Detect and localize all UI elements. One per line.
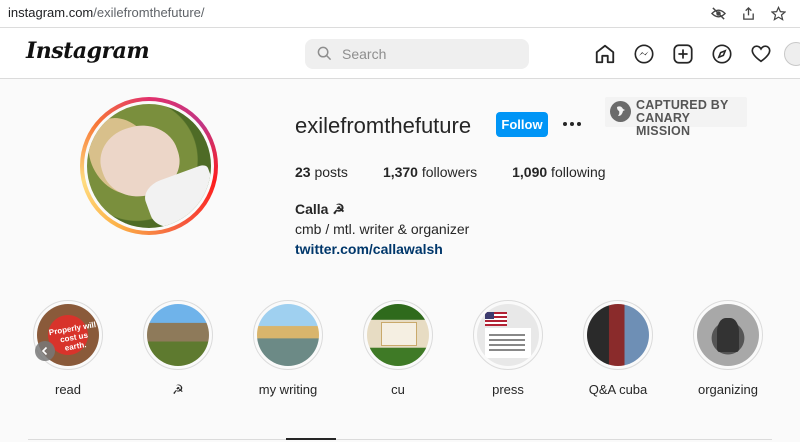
instagram-header: Instagram Search <box>0 28 800 79</box>
following-label: following <box>547 164 606 180</box>
star-icon[interactable] <box>770 5 786 21</box>
profile-avatar[interactable] <box>784 42 800 66</box>
watermark-line2: CANARY MISSION <box>636 111 691 138</box>
tabs-divider <box>28 439 772 440</box>
profile-stats: 23 posts 1,370 followers 1,090 following <box>295 164 641 180</box>
home-icon[interactable] <box>592 41 618 67</box>
following-count: 1,090 <box>512 164 548 180</box>
browser-url-bar[interactable]: instagram.com/exilefromthefuture/ <box>0 0 800 28</box>
highlight-cover <box>257 304 319 366</box>
more-options-icon[interactable] <box>560 113 584 135</box>
profile-username: exilefromthefuture <box>295 113 472 138</box>
highlight-cu[interactable]: cu <box>343 300 453 397</box>
highlight-label: organizing <box>698 382 758 397</box>
highlight-cover <box>477 304 539 366</box>
heart-icon[interactable] <box>748 41 774 67</box>
story-highlights: Properly will cost us earth. read ☭ my w… <box>0 300 800 400</box>
messenger-icon[interactable] <box>631 41 657 67</box>
highlight-cover <box>587 304 649 366</box>
highlight-cover <box>367 304 429 366</box>
url-text[interactable]: instagram.com/exilefromthefuture/ <box>8 5 205 20</box>
active-tab-indicator <box>286 438 336 440</box>
bio-link[interactable]: twitter.com/callawalsh <box>295 241 443 257</box>
canary-logo-icon <box>610 101 631 122</box>
followers-stat[interactable]: 1,370 followers <box>383 164 477 180</box>
chevron-left-icon[interactable] <box>35 341 55 361</box>
highlight-cover <box>697 304 759 366</box>
explore-icon[interactable] <box>709 41 735 67</box>
highlight-label: my writing <box>258 382 318 397</box>
capture-watermark: CAPTURED BY CANARY MISSION <box>605 97 747 138</box>
bio-text: cmb / mtl. writer & organizer <box>295 221 470 237</box>
highlight-press[interactable]: press <box>453 300 563 397</box>
followers-label: followers <box>417 164 478 180</box>
url-domain: instagram.com <box>8 5 94 20</box>
posts-count: 23 <box>295 164 311 180</box>
highlight-qa-cuba[interactable]: Q&A cuba <box>563 300 673 397</box>
eye-off-icon[interactable] <box>710 5 726 21</box>
follow-button[interactable]: Follow <box>496 112 548 137</box>
posts-label: posts <box>310 164 348 180</box>
highlight-label: read <box>54 382 82 397</box>
flag-shape <box>485 312 507 326</box>
new-post-icon[interactable] <box>670 41 696 67</box>
search-placeholder: Search <box>342 46 387 62</box>
sign-shape <box>381 322 417 346</box>
highlight-label: cu <box>391 382 405 397</box>
search-icon <box>317 46 332 66</box>
highlight-organizing[interactable]: organizing <box>673 300 783 397</box>
url-path: /exilefromthefuture/ <box>93 5 205 20</box>
highlight-label: ☭ <box>172 382 184 397</box>
bio-name: Calla ☭ <box>295 201 345 217</box>
instagram-logo[interactable]: Instagram <box>26 38 150 64</box>
statue-shape <box>717 318 739 352</box>
article-shape <box>485 328 531 358</box>
highlight-my-writing[interactable]: my writing <box>233 300 343 397</box>
followers-count: 1,370 <box>382 164 418 180</box>
highlight-read[interactable]: Properly will cost us earth. read <box>13 300 123 397</box>
highlight-label: press <box>492 382 524 397</box>
posts-stat: 23 posts <box>295 164 348 180</box>
following-stat[interactable]: 1,090 following <box>512 164 605 180</box>
highlight-hammer-sickle[interactable]: ☭ <box>123 300 233 398</box>
highlight-cover <box>147 304 209 366</box>
highlight-label: Q&A cuba <box>588 382 648 397</box>
avatar[interactable] <box>87 104 211 228</box>
search-input[interactable]: Search <box>305 39 529 69</box>
share-icon[interactable] <box>740 5 756 21</box>
